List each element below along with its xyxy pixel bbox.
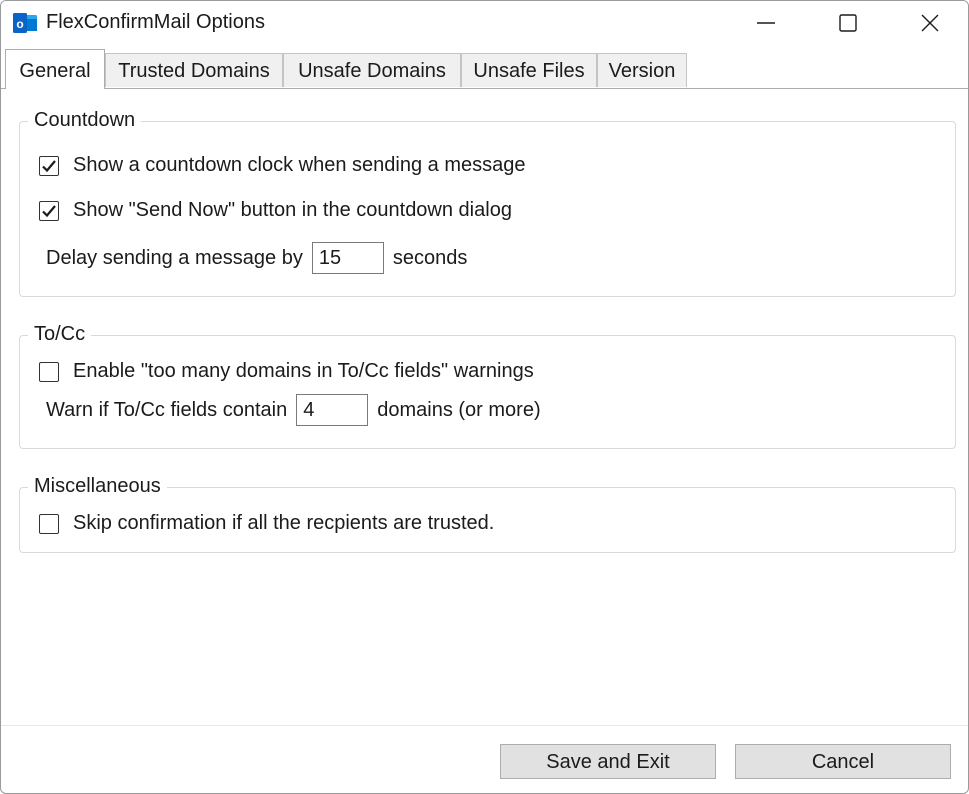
minimize-icon — [757, 22, 775, 24]
domain-count-input[interactable]: 4 — [296, 394, 369, 426]
outlook-icon: o — [13, 13, 37, 33]
maximize-icon — [839, 14, 857, 32]
tocc-group-title: To/Cc — [28, 321, 92, 347]
misc-group-title: Miscellaneous — [28, 473, 167, 499]
delay-seconds-input[interactable]: 15 — [311, 242, 384, 274]
tab-general[interactable]: General — [5, 49, 105, 89]
skip-confirmation-label: Skip confirmation if all the recpients a… — [73, 512, 495, 534]
checkmark-icon — [42, 204, 56, 217]
delay-prefix-label: Delay sending a message by — [46, 246, 303, 269]
show-countdown-label: Show a countdown clock when sending a me… — [73, 154, 526, 176]
close-button[interactable] — [889, 1, 968, 45]
show-countdown-checkbox[interactable] — [39, 155, 59, 176]
warn-suffix-label: domains (or more) — [377, 398, 541, 421]
svg-text:o: o — [16, 17, 23, 31]
delay-row: Delay sending a message by 15 seconds — [46, 242, 467, 274]
tab-strip: General Trusted Domains Unsafe Domains U… — [1, 49, 968, 89]
show-send-now-checkbox[interactable] — [39, 200, 59, 221]
enable-warning-checkbox[interactable] — [39, 361, 59, 382]
checkmark-icon — [42, 159, 56, 172]
close-icon — [921, 14, 939, 32]
warn-prefix-label: Warn if To/Cc fields contain — [46, 398, 288, 421]
window-title: FlexConfirmMail Options — [46, 11, 265, 33]
show-send-now-label: Show "Send Now" button in the countdown … — [73, 199, 512, 221]
warn-threshold-row: Warn if To/Cc fields contain 4 domains (… — [46, 394, 541, 426]
enable-warning-label: Enable "too many domains in To/Cc fields… — [73, 360, 534, 382]
countdown-group: Countdown Show a countdown clock when se… — [19, 107, 956, 297]
options-window: o FlexConfirmMail Options General Truste… — [0, 0, 969, 794]
enable-warning-checkbox-row[interactable]: Enable "too many domains in To/Cc fields… — [39, 360, 534, 383]
tocc-group: To/Cc Enable "too many domains in To/Cc … — [19, 321, 956, 449]
minimize-button[interactable] — [725, 1, 807, 45]
skip-confirmation-checkbox[interactable] — [39, 513, 59, 534]
show-countdown-checkbox-row[interactable]: Show a countdown clock when sending a me… — [39, 154, 526, 177]
tab-version[interactable]: Version — [597, 53, 687, 87]
footer-divider — [1, 725, 968, 726]
countdown-group-title: Countdown — [28, 107, 142, 133]
tab-unsafe-files[interactable]: Unsafe Files — [461, 53, 597, 87]
save-and-exit-button[interactable]: Save and Exit — [500, 744, 716, 779]
tab-trusted-domains[interactable]: Trusted Domains — [105, 53, 283, 87]
delay-suffix-label: seconds — [392, 246, 468, 269]
tab-unsafe-domains[interactable]: Unsafe Domains — [283, 53, 461, 87]
general-tab-panel: Countdown Show a countdown clock when se… — [1, 89, 968, 725]
skip-confirmation-checkbox-row[interactable]: Skip confirmation if all the recpients a… — [39, 512, 494, 535]
maximize-button[interactable] — [807, 1, 889, 45]
misc-group: Miscellaneous Skip confirmation if all t… — [19, 473, 956, 553]
cancel-button[interactable]: Cancel — [735, 744, 951, 779]
show-send-now-checkbox-row[interactable]: Show "Send Now" button in the countdown … — [39, 199, 512, 222]
title-bar: o FlexConfirmMail Options — [1, 1, 968, 45]
